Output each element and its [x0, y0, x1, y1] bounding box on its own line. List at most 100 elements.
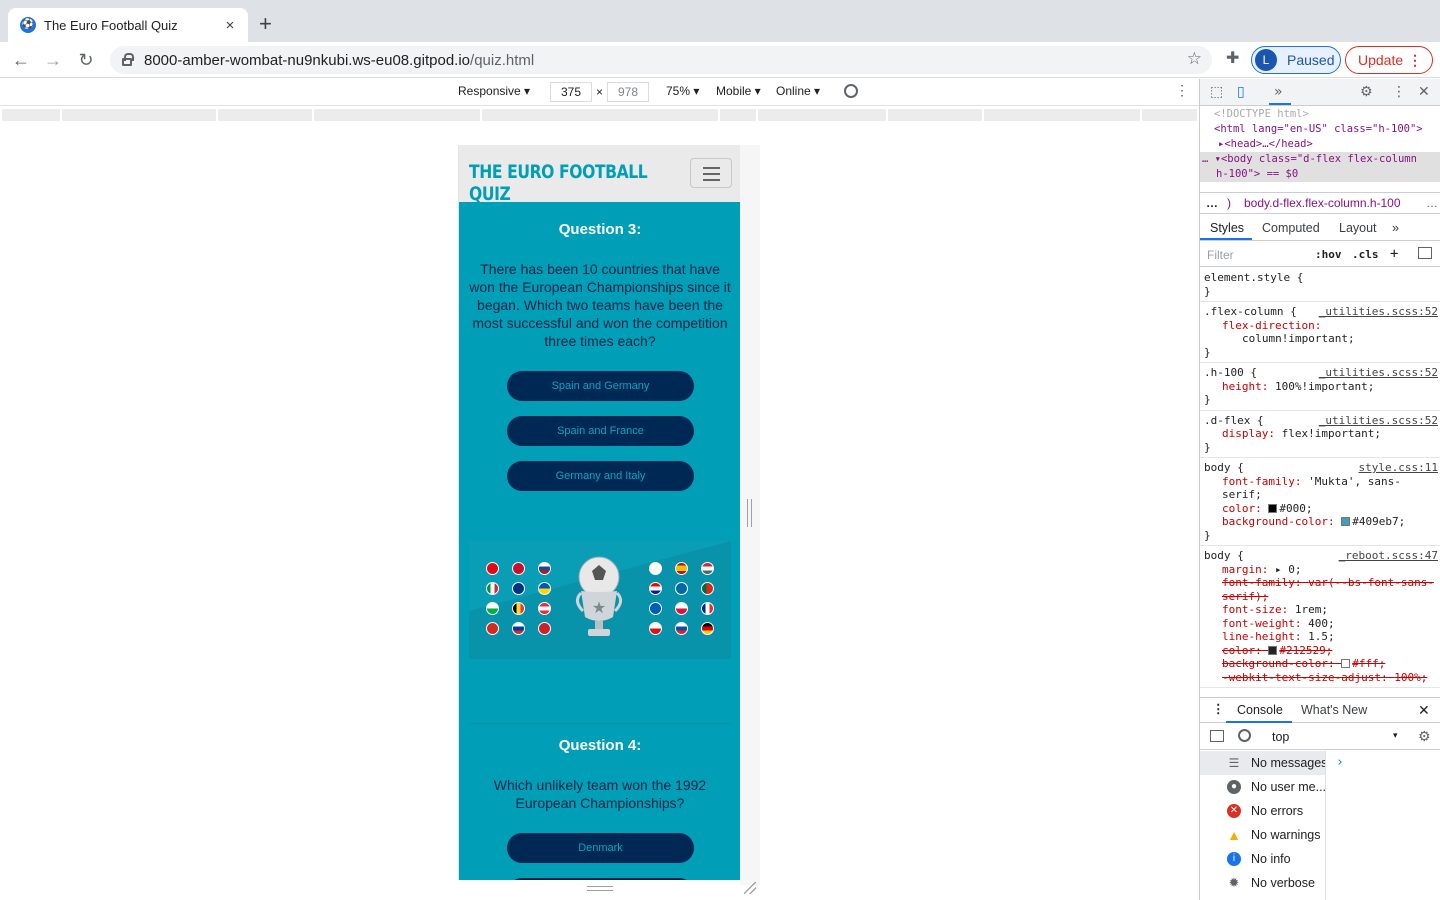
- viewport-height-resizer[interactable]: [587, 886, 613, 891]
- url-host: 8000-amber-wombat-nu9nkubi.ws-eu08.gitpo…: [144, 51, 471, 69]
- site-brand[interactable]: THE EURO FOOTBALL QUIZ: [469, 161, 692, 205]
- profile-label: Paused: [1287, 52, 1335, 68]
- console-prompt-icon[interactable]: ›: [1336, 755, 1344, 770]
- device-type-select[interactable]: Mobile ▾: [716, 84, 761, 98]
- rotate-icon[interactable]: [844, 84, 858, 98]
- browser-toolbar: ← → ↻ 8000-amber-wombat-nu9nkubi.ws-eu08…: [0, 42, 1440, 78]
- question-title: Question 3:: [558, 221, 642, 238]
- rule-source-link[interactable]: _utilities.scss:52: [1319, 366, 1438, 380]
- reload-icon[interactable]: ↻: [74, 48, 98, 72]
- address-bar[interactable]: 8000-amber-wombat-nu9nkubi.ws-eu08.gitpo…: [110, 46, 1212, 74]
- close-devtools-icon[interactable]: ✕: [1418, 84, 1430, 100]
- profile-button[interactable]: L Paused: [1251, 46, 1341, 74]
- html-node[interactable]: <html lang="en-US" class="h-100">: [1200, 122, 1440, 137]
- elements-tree[interactable]: <!DOCTYPE html> <html lang="en-US" class…: [1200, 107, 1440, 191]
- tab-console[interactable]: Console: [1237, 703, 1283, 717]
- clear-console-icon[interactable]: [1238, 729, 1251, 742]
- style-rule[interactable]: .h-100 { _utilities.scss:52 height: 100%…: [1200, 363, 1440, 411]
- dimensions-select[interactable]: Responsive ▾: [458, 84, 530, 98]
- more-vertical-icon[interactable]: ⋮: [1175, 82, 1189, 99]
- tab-styles[interactable]: Styles: [1210, 221, 1244, 235]
- list-item[interactable]: ✕ No errors: [1200, 799, 1325, 823]
- answer-button[interactable]: Germany and Italy: [507, 461, 694, 491]
- hov-toggle[interactable]: :hov: [1315, 248, 1342, 261]
- list-item[interactable]: ● No user me...: [1200, 775, 1325, 799]
- rule-source-link[interactable]: style.css:11: [1359, 461, 1438, 475]
- media-query-bar[interactable]: [0, 106, 1199, 124]
- console-toolbar: top ▾ ⚙: [1200, 724, 1440, 750]
- style-rule[interactable]: .flex-column { _utilities.scss:52 flex-d…: [1200, 302, 1440, 363]
- width-input[interactable]: 375: [550, 82, 592, 102]
- sidebar-toggle-icon[interactable]: [1418, 247, 1432, 259]
- device-toggle-icon[interactable]: ▯: [1237, 84, 1245, 100]
- device-toolbar: Responsive ▾ 375 × 978 75% ▾ Mobile ▾ On…: [0, 79, 1199, 106]
- back-arrow-icon[interactable]: ←: [9, 48, 33, 72]
- tab-computed[interactable]: Computed: [1262, 221, 1320, 235]
- answer-button[interactable]: Denmark: [507, 833, 694, 863]
- drawer-menu-icon[interactable]: ⋮: [1212, 701, 1225, 716]
- url-path: /quiz.html: [470, 51, 535, 69]
- close-drawer-icon[interactable]: ✕: [1418, 702, 1430, 719]
- ellipsis-icon[interactable]: …: [1206, 193, 1218, 213]
- tab-title: The Euro Football Quiz: [44, 17, 178, 33]
- bookmark-star-icon[interactable]: ☆: [1187, 49, 1202, 69]
- add-rule-icon[interactable]: +: [1390, 246, 1398, 262]
- settings-gear-icon[interactable]: ⚙: [1360, 84, 1373, 100]
- list-item[interactable]: ✹ No verbose: [1200, 871, 1325, 895]
- throttling-select[interactable]: Online ▾: [776, 84, 820, 98]
- lock-icon: [122, 53, 134, 66]
- info-icon: i: [1227, 852, 1241, 866]
- update-button[interactable]: Update ⋮: [1345, 46, 1433, 74]
- head-node[interactable]: ▸<head>…</head>: [1200, 137, 1440, 152]
- error-icon: ✕: [1227, 804, 1241, 818]
- hamburger-menu-icon[interactable]: [690, 158, 732, 188]
- site-navbar: THE EURO FOOTBALL QUIZ: [459, 145, 740, 205]
- ellipsis-icon[interactable]: …: [1426, 193, 1438, 213]
- viewport-corner-resizer[interactable]: [744, 882, 756, 894]
- forward-arrow-icon[interactable]: →: [41, 48, 65, 72]
- style-rule[interactable]: .d-flex { _utilities.scss:52 display: fl…: [1200, 411, 1440, 458]
- new-tab-button[interactable]: +: [259, 12, 272, 36]
- viewport-width-resizer[interactable]: [747, 499, 752, 527]
- more-vertical-icon[interactable]: ⋮: [1392, 84, 1406, 100]
- cls-toggle[interactable]: .cls: [1352, 248, 1379, 261]
- browser-tab[interactable]: ⚽ The Euro Football Quiz ×: [8, 8, 248, 42]
- svg-text:★: ★: [592, 598, 606, 617]
- body-node[interactable]: … ▾<body class="d-flex flex-column: [1200, 152, 1440, 167]
- rule-source-link[interactable]: _reboot.scss:47: [1339, 549, 1438, 563]
- filter-input[interactable]: Filter: [1207, 248, 1234, 262]
- list-item[interactable]: ☰ No messages: [1200, 751, 1325, 775]
- style-rule[interactable]: element.style { }: [1200, 268, 1440, 302]
- avatar: L: [1255, 49, 1277, 71]
- answer-button[interactable]: Spain and France: [507, 416, 694, 446]
- question-title: Question 4:: [558, 737, 642, 754]
- style-rule[interactable]: body { _reboot.scss:47 margin: ▸ 0; font…: [1200, 546, 1440, 688]
- more-tabs-icon[interactable]: »: [1392, 221, 1399, 235]
- zoom-select[interactable]: 75% ▾: [666, 84, 699, 98]
- more-panels-icon[interactable]: »: [1274, 84, 1283, 100]
- list-item[interactable]: i No info: [1200, 847, 1325, 871]
- euro-trophy-flags-image: ★: [469, 541, 731, 659]
- context-select[interactable]: top: [1272, 730, 1289, 744]
- tab-strip: ⚽ The Euro Football Quiz × +: [0, 0, 1440, 42]
- height-input[interactable]: 978: [607, 82, 649, 102]
- warning-icon: ▲: [1227, 827, 1241, 843]
- tab-whats-new[interactable]: What's New: [1301, 703, 1367, 717]
- styles-filter-bar: Filter :hov .cls +: [1200, 242, 1440, 267]
- body-node-cont[interactable]: h-100"> == $0: [1200, 167, 1440, 182]
- extensions-puzzle-icon[interactable]: ✚: [1226, 48, 1239, 68]
- doctype-node[interactable]: <!DOCTYPE html>: [1200, 107, 1440, 122]
- answer-button[interactable]: Spain and Germany: [507, 371, 694, 401]
- rule-source-link[interactable]: _utilities.scss:52: [1319, 305, 1438, 319]
- list-item[interactable]: ▲ No warnings: [1200, 823, 1325, 847]
- tab-close-icon[interactable]: ×: [222, 17, 238, 34]
- console-sidebar-icon[interactable]: [1210, 730, 1224, 742]
- console-settings-gear-icon[interactable]: ⚙: [1418, 728, 1431, 745]
- answer-button[interactable]: [507, 878, 694, 880]
- style-rule[interactable]: body { style.css:11 font-family: 'Mukta'…: [1200, 458, 1440, 546]
- rule-source-link[interactable]: _utilities.scss:52: [1319, 414, 1438, 428]
- inspect-element-icon[interactable]: ⬚: [1210, 84, 1223, 100]
- tab-layout[interactable]: Layout: [1339, 221, 1377, 235]
- breadcrumb-body[interactable]: body.d-flex.flex-column.h-100: [1244, 193, 1401, 213]
- mobile-page: THE EURO FOOTBALL QUIZ Question 3: There…: [458, 145, 740, 880]
